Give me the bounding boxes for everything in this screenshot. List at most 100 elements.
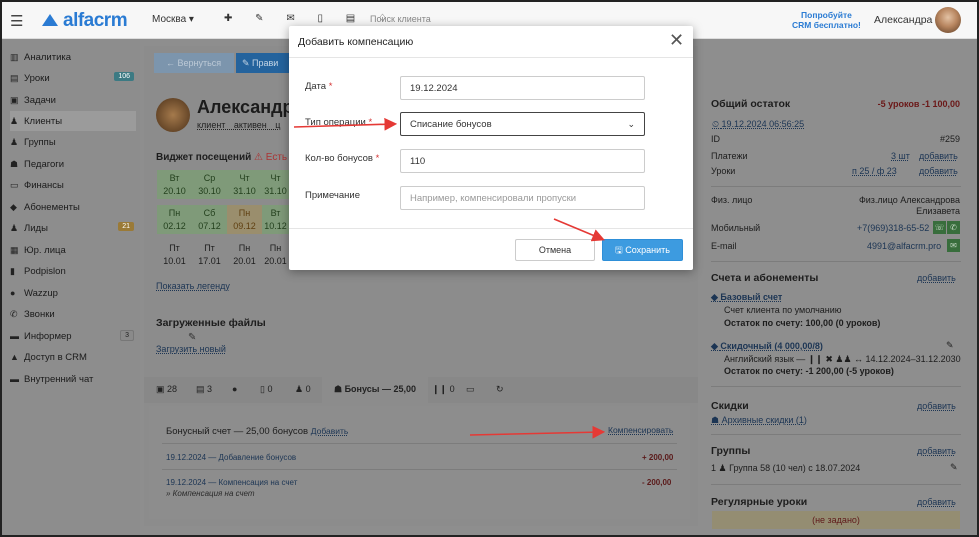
sidebar-item-lessons[interactable]: ▤ Уроки 106: [10, 68, 136, 88]
client-tags[interactable]: клиент активен ц: [197, 120, 280, 130]
operation-type-label: Тип операции *: [305, 117, 372, 128]
operation-type-label-text: Тип операции: [305, 117, 366, 128]
sidebar-item-finance[interactable]: ▭ Финансы: [10, 175, 136, 195]
cancel-button[interactable]: Отмена: [515, 239, 595, 261]
sidebar-item-wazzup[interactable]: ● Wazzup: [10, 283, 136, 303]
tab-whatsapp[interactable]: ●: [232, 384, 237, 394]
sidebar-item-subscriptions[interactable]: ◆ Абонементы: [10, 197, 136, 217]
tab-contacts[interactable]: ♟ 0: [295, 384, 311, 395]
discount-account-link[interactable]: ◆ Скидочный (4 000,00/8): [711, 341, 823, 352]
note-label: Примечание: [305, 190, 360, 201]
discounts-add-link[interactable]: добавить: [917, 401, 956, 411]
avatar[interactable]: [935, 7, 961, 33]
visit-cell[interactable]: Вт 10.12: [262, 205, 289, 234]
edit-icon[interactable]: ✎: [950, 462, 958, 473]
tab-money[interactable]: ▭: [466, 384, 475, 395]
regular-lessons-empty: (не задано): [712, 511, 960, 529]
close-icon[interactable]: ✕: [669, 30, 684, 51]
sidebar-item-access[interactable]: ▲ Доступ в CRM: [10, 347, 136, 367]
lessons-add-link[interactable]: добавить: [919, 166, 958, 176]
visit-cell[interactable]: Вт 20.10: [157, 170, 192, 199]
edit-button[interactable]: ✎ Прави: [236, 53, 291, 73]
save-button[interactable]: 🖫 Сохранить: [602, 239, 683, 261]
lessons-count[interactable]: п 25 / ф 23: [852, 166, 897, 176]
sidebar-item-analytics[interactable]: ▥ Аналитика: [10, 47, 136, 67]
sidebar-item-leads[interactable]: ♟ Лиды 21: [10, 218, 136, 238]
transaction-amount: + 200,00: [642, 453, 674, 462]
divider: [711, 261, 961, 262]
visit-day: Пн: [238, 243, 251, 253]
divider: [711, 386, 961, 387]
tab-files[interactable]: ▯ 0: [260, 384, 272, 395]
tab-tasks[interactable]: ▤ 3: [196, 384, 212, 395]
archive-discounts-link[interactable]: ☗ Архивные скидки (1): [711, 415, 807, 426]
date-field[interactable]: 19.12.2024: [400, 76, 645, 100]
tab-bonuses[interactable]: ☗ Бонусы — 25,00: [322, 377, 428, 403]
upload-new-link[interactable]: Загрузить новый: [156, 344, 226, 354]
visit-cell[interactable]: Пн 02.12: [157, 205, 192, 234]
tab-lessons[interactable]: ▣ 28: [156, 384, 177, 395]
note-field[interactable]: Например, компенсировали пропуски: [400, 186, 645, 210]
visit-date: 20.10: [163, 186, 186, 196]
visit-cell[interactable]: Пн 09.12: [227, 205, 262, 234]
sidebar-item-calls[interactable]: ✆ Звонки: [10, 304, 136, 324]
sidebar-item-groups[interactable]: ♟ Группы: [10, 132, 136, 152]
sidebar-item-label: Уроки: [24, 72, 50, 84]
sidebar-item-label: Задачи: [24, 94, 56, 106]
mail-icon[interactable]: ✉: [947, 239, 960, 252]
lessons-label: Уроки: [711, 166, 736, 176]
email-value[interactable]: 4991@alfacrm.pro: [867, 241, 941, 251]
branch-selector[interactable]: Москва ▾: [152, 14, 194, 25]
sidebar-item-legal[interactable]: ▦ Юр. лица: [10, 240, 136, 260]
groups-add-link[interactable]: добавить: [917, 446, 956, 456]
phone-icon[interactable]: ✆: [947, 221, 960, 234]
visit-cell[interactable]: Чт 31.10: [227, 170, 262, 199]
sidebar-item-teachers[interactable]: ☗ Педагоги: [10, 154, 136, 174]
base-account-link[interactable]: ◆ Базовый счет: [711, 292, 782, 303]
transaction-link[interactable]: 19.12.2024 — Добавление бонусов: [166, 453, 296, 462]
promo-link[interactable]: Попробуйте CRM бесплатно!: [792, 10, 861, 30]
required-mark: *: [368, 117, 373, 128]
sidebar-item-label: Аналитика: [24, 51, 72, 63]
visit-cell[interactable]: Сб 07.12: [192, 205, 227, 234]
payments-count[interactable]: 3 шт: [891, 151, 910, 161]
show-legend-link[interactable]: Показать легенду: [156, 281, 230, 291]
tab-history[interactable]: ↻: [496, 384, 504, 395]
visit-day: Пн: [168, 208, 181, 218]
sidebar-item-clients[interactable]: ♟ Клиенты: [10, 111, 136, 131]
bonus-count-field[interactable]: 110: [400, 149, 645, 173]
divider: [162, 443, 677, 444]
transaction-note: » Компенсация на счет: [166, 489, 255, 498]
menu-icon[interactable]: ☰: [10, 12, 23, 30]
transaction-link[interactable]: 19.12.2024 — Компенсация на счет: [166, 478, 297, 487]
payments-add-link[interactable]: добавить: [919, 151, 958, 161]
client-search-input[interactable]: Поиск клиента: [370, 14, 431, 24]
regular-lessons-add-link[interactable]: добавить: [917, 497, 956, 507]
whatsapp-icon[interactable]: ☏: [933, 221, 946, 234]
compensate-link[interactable]: Компенсировать: [608, 425, 673, 435]
edit-icon[interactable]: ✎: [946, 340, 954, 351]
mobile-value[interactable]: +7(969)318-65-52: [857, 223, 929, 233]
last-update-link[interactable]: ⏲ 19.12.2024 06:56:25: [712, 119, 804, 130]
divider: [711, 186, 961, 187]
accounts-add-link[interactable]: добавить: [917, 273, 956, 283]
group-item[interactable]: 1 ♟ Группа 58 (10 чел) с 18.07.2024: [711, 463, 860, 474]
user-name[interactable]: Александра: [874, 14, 932, 26]
teacher-icon: ☗: [10, 158, 19, 169]
logo[interactable]: alfacrm: [42, 10, 128, 32]
operation-type-select[interactable]: Списание бонусов ⌄: [400, 112, 645, 136]
visit-cell[interactable]: Ср 30.10: [192, 170, 227, 199]
tab-pauses[interactable]: ❙❙ 0: [432, 384, 455, 395]
visit-cell[interactable]: Пн 20.01: [262, 240, 289, 269]
bonus-add-link[interactable]: Добавить: [311, 426, 349, 436]
visit-cell[interactable]: Пт 10.01: [157, 240, 192, 269]
back-button[interactable]: ← Вернуться: [154, 53, 234, 73]
sidebar-item-chat[interactable]: ▬ Внутренний чат: [10, 369, 136, 389]
paperclip-icon: ✎: [188, 332, 197, 343]
visit-cell[interactable]: Пн 20.01: [227, 240, 262, 269]
sidebar-item-informer[interactable]: ▬ Информер 3: [10, 326, 136, 346]
visit-cell[interactable]: Пт 17.01: [192, 240, 227, 269]
visit-cell[interactable]: Чт 31.10: [262, 170, 289, 199]
sidebar-item-tasks[interactable]: ▣ Задачи: [10, 90, 136, 110]
sidebar-item-podpislon[interactable]: ▮ Podpislon: [10, 261, 136, 281]
